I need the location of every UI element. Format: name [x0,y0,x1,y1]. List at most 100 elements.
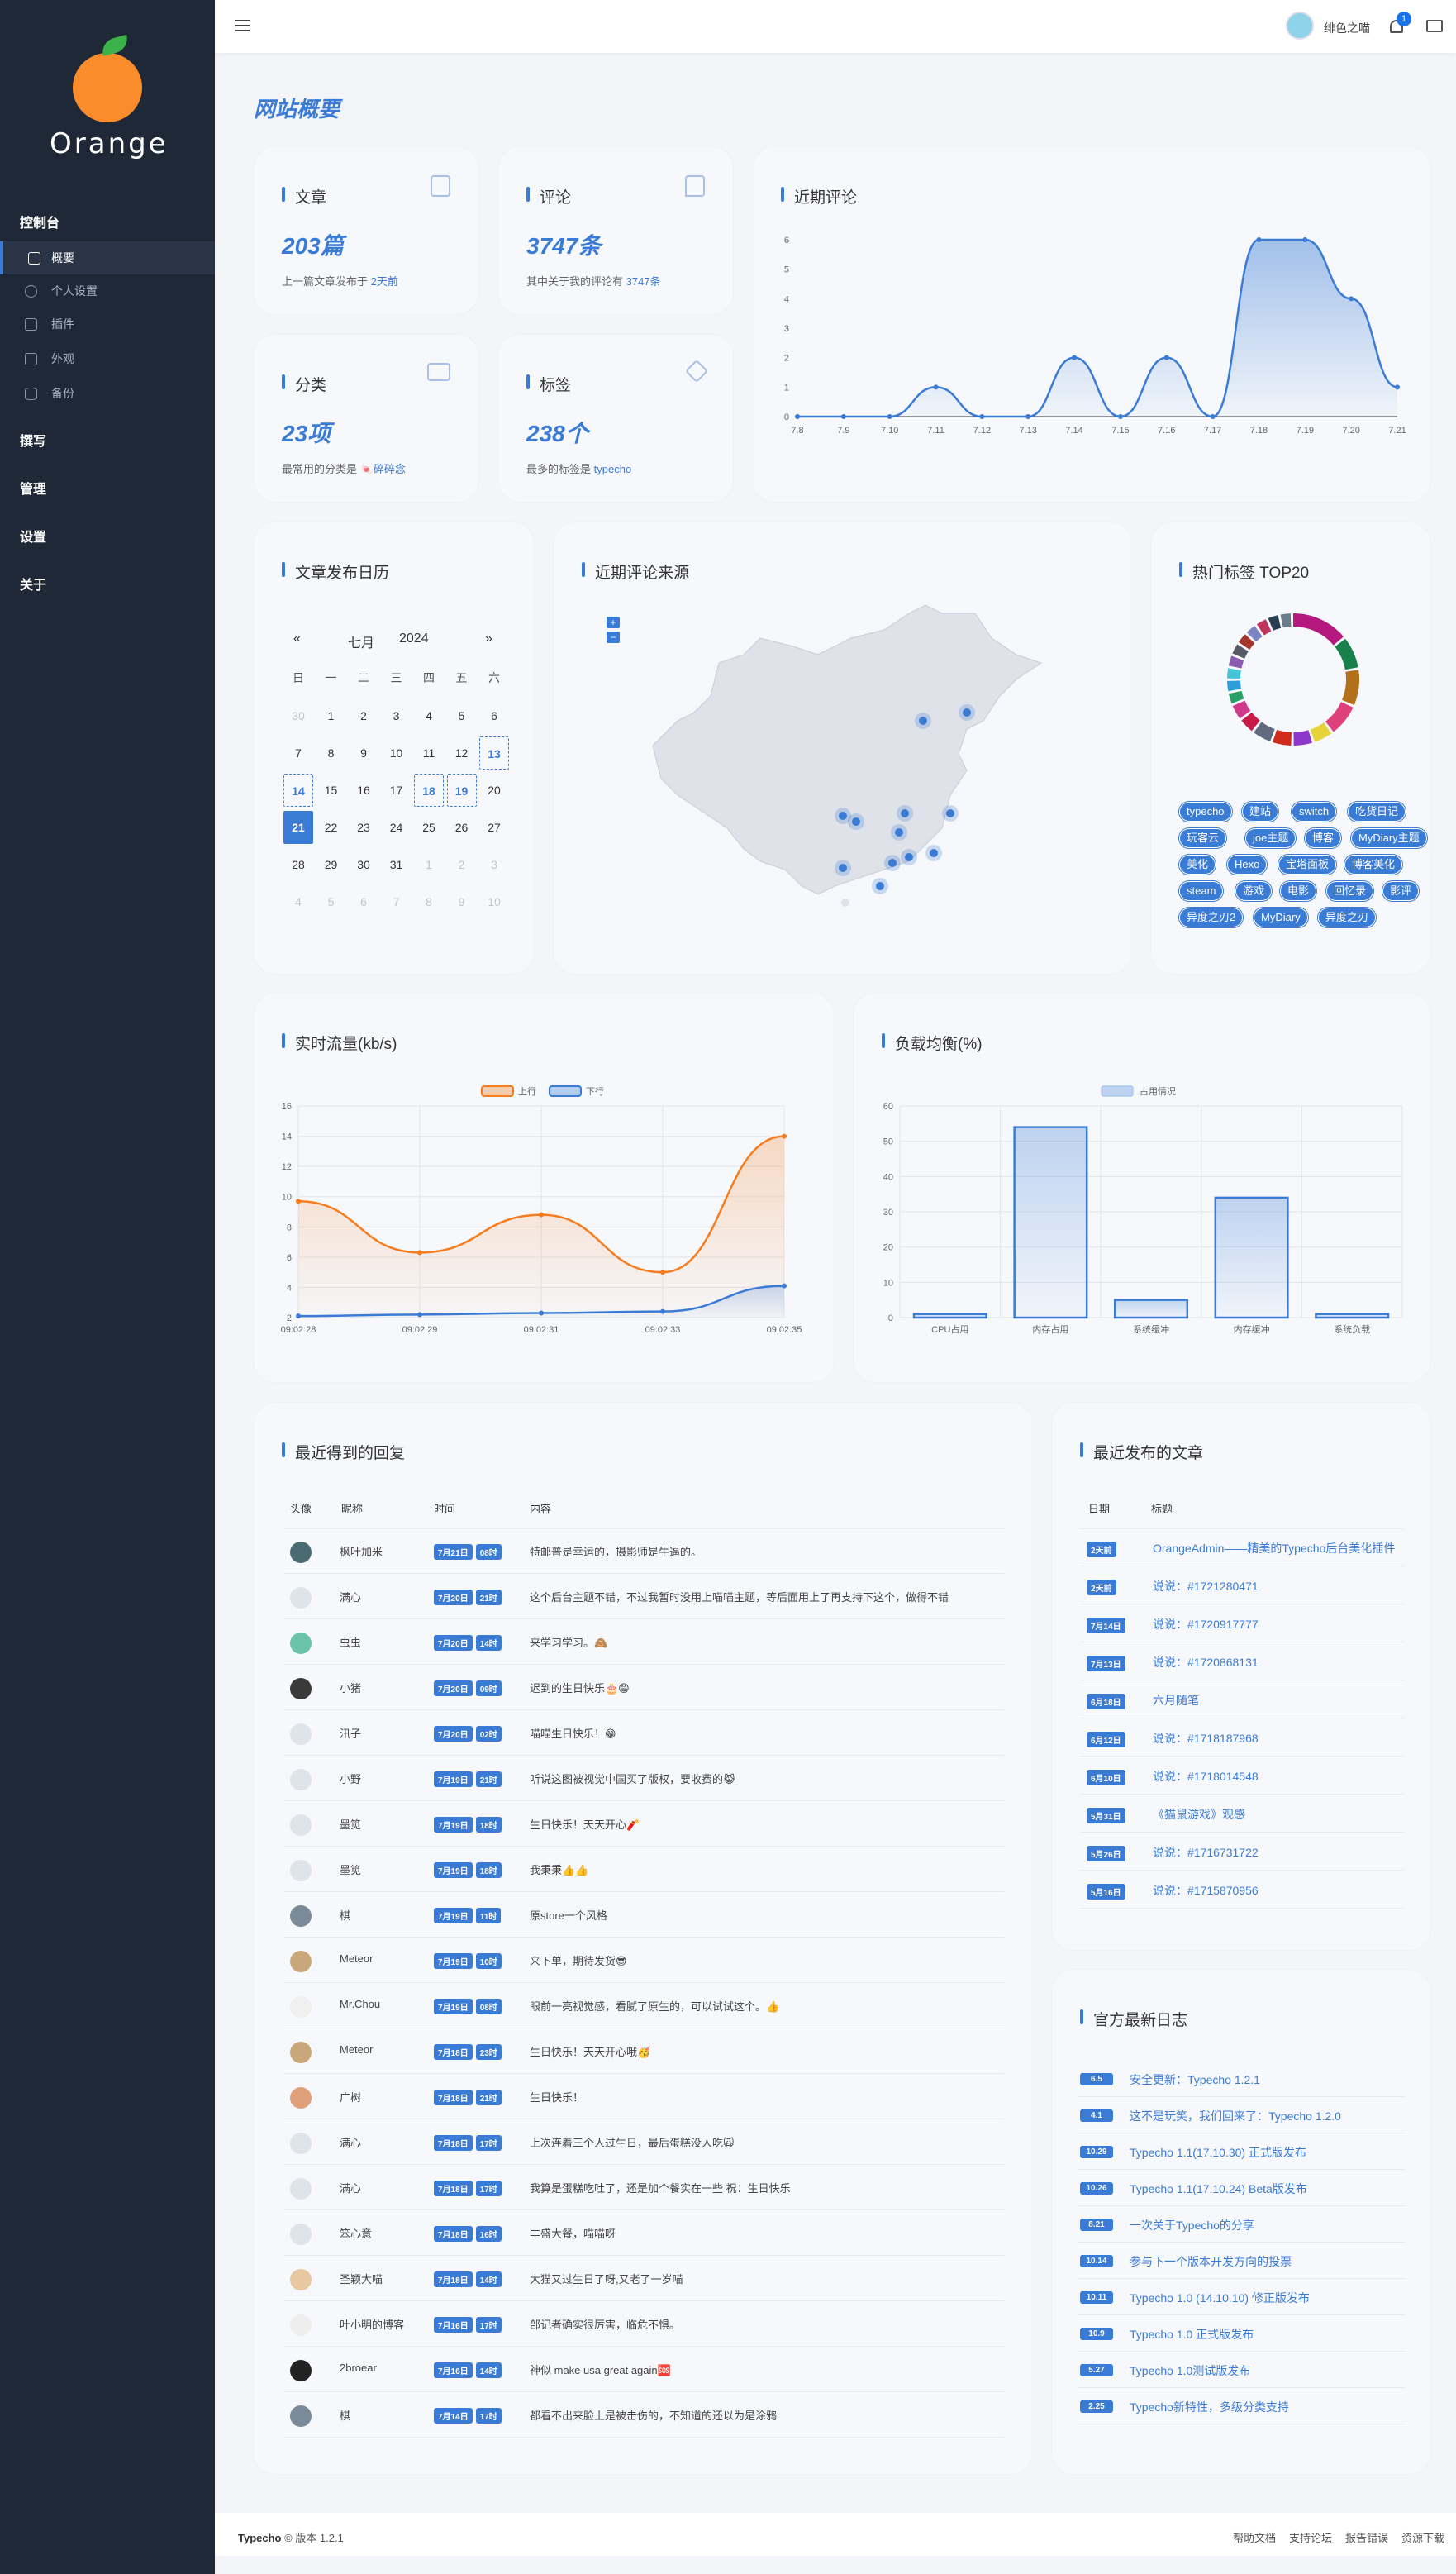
changelog-row[interactable]: 8.21 一次关于Typecho的分享 [1077,2206,1406,2243]
article-row[interactable]: 6月12日 说说：#1718187968 [1080,1718,1404,1757]
table-row[interactable]: 满心 7月18日 17时 上次连着三个人过生日，最后蛋糕没人吃🙀 [283,2119,1004,2165]
calendar-day[interactable]: 9 [447,885,477,918]
reply-nickname[interactable]: 汛子 [340,1725,361,1741]
calendar-day[interactable]: 4 [414,699,444,732]
reply-content[interactable]: 上次连着三个人过生日，最后蛋糕没人吃🙀 [530,2134,992,2150]
reply-content[interactable]: 眼前一亮视觉感，看腻了原生的，可以试试这个。👍 [530,1998,992,2014]
article-link[interactable]: 《猫鼠游戏》观感 [1153,1806,1245,1823]
reply-nickname[interactable]: 满心 [340,2134,361,2150]
article-row[interactable]: 7月13日 说说：#1720868131 [1080,1642,1404,1680]
table-row[interactable]: 圣颖大喵 7月18日 14时 大猫又过生日了呀,又老了一岁喵 [283,2256,1004,2301]
calendar-day[interactable]: 24 [382,811,412,844]
calendar-day[interactable]: 13 [479,736,509,770]
footer-brand[interactable]: Typecho [238,2532,282,2544]
stat-link[interactable]: 🍬碎碎念 [360,463,406,475]
calendar-day[interactable]: 8 [316,736,346,770]
reply-nickname[interactable]: 小野 [340,1771,361,1786]
reply-nickname[interactable]: 枫叶加米 [340,1543,383,1559]
reply-content[interactable]: 神似 make usa great again🆘 [530,2362,992,2377]
calendar-next-button[interactable]: » [485,632,492,646]
tag-chip[interactable]: 回忆录 [1326,881,1374,901]
calendar-day[interactable]: 5 [447,699,477,732]
reply-content[interactable]: 大猫又过生日了呀,又老了一岁喵 [530,2271,992,2286]
calendar-day[interactable]: 2 [447,848,477,881]
username[interactable]: 绯色之喵 [1324,20,1370,36]
reply-nickname[interactable]: Meteor [340,1952,373,1965]
calendar-day[interactable]: 26 [447,811,477,844]
tag-chip[interactable]: steam [1179,881,1224,901]
table-row[interactable]: Meteor 7月19日 10时 来下单，期待发货😎 [283,1938,1004,1983]
tag-chip[interactable]: MyDiary主题 [1351,828,1427,848]
reply-content[interactable]: 生日快乐！天天开心🧨 [530,1816,992,1832]
table-row[interactable]: 墨笕 7月19日 18时 生日快乐！天天开心🧨 [283,1801,1004,1847]
table-row[interactable]: 笨心意 7月18日 16时 丰盛大餐，喵喵呀 [283,2210,1004,2256]
calendar-day[interactable]: 10 [382,736,412,770]
table-row[interactable]: 枫叶加米 7月21日 08时 特邮普是幸运的，摄影师是牛逼的。 [283,1528,1004,1574]
calendar-day[interactable]: 15 [316,774,346,807]
reply-content[interactable]: 听说这图被视觉中国买了版权，要收费的😹 [530,1771,992,1786]
reply-nickname[interactable]: 虫虫 [340,1634,361,1650]
calendar-day[interactable]: 3 [479,848,509,881]
sidebar-cat-settings[interactable]: 设置 [20,526,46,546]
changelog-row[interactable]: 10.26 Typecho 1.1(17.10.24) Beta版发布 [1077,2170,1406,2206]
reply-content[interactable]: 喵喵生日快乐！😁 [530,1725,992,1741]
logo[interactable]: Orange [50,34,166,160]
changelog-link[interactable]: Typecho新特性，多级分类支持 [1130,2399,1289,2415]
article-link[interactable]: 说说：#1718014548 [1153,1768,1259,1785]
changelog-row[interactable]: 10.9 Typecho 1.0 正式版发布 [1077,2315,1406,2352]
reply-content[interactable]: 我算是蛋糕吃吐了，还是加个餐实在一些 祝：生日快乐 [530,2180,992,2195]
calendar-day[interactable]: 29 [316,848,346,881]
china-map[interactable] [554,522,1131,974]
reply-nickname[interactable]: 墨笕 [340,1816,361,1832]
article-row[interactable]: 2天前 OrangeAdmin——精美的Typecho后台美化插件 [1080,1528,1404,1566]
article-link[interactable]: 说说：#1721280471 [1153,1578,1259,1594]
stat-link[interactable]: 3747条 [626,275,661,288]
article-link[interactable]: 说说：#1715870956 [1153,1882,1259,1899]
tag-chip[interactable]: 电影 [1280,881,1317,901]
reply-content[interactable]: 我秉秉👍👍 [530,1861,992,1877]
changelog-row[interactable]: 6.5 安全更新：Typecho 1.2.1 [1077,2061,1406,2097]
sidebar-item-backup[interactable]: 备份 [0,377,215,410]
calendar-day[interactable]: 14 [283,774,313,807]
table-row[interactable]: 2broear 7月16日 14时 神似 make usa great again🆘 [283,2347,1004,2392]
calendar-day[interactable]: 23 [349,811,378,844]
reply-content[interactable]: 迟到的生日快乐🎂😁 [530,1680,992,1695]
reply-nickname[interactable]: 2broear [340,2362,377,2374]
calendar-day[interactable]: 21 [283,811,313,844]
table-row[interactable]: 叶小明的博客 7月16日 17时 部记者确实很厉害，临危不惧。 [283,2301,1004,2347]
tag-chip[interactable]: 影评 [1382,881,1420,901]
article-link[interactable]: 六月随笔 [1153,1692,1199,1709]
calendar-day[interactable]: 7 [382,885,412,918]
comment-location-dot[interactable] [897,805,913,822]
calendar-day[interactable]: 7 [283,736,313,770]
comment-location-dot[interactable] [915,713,931,729]
comment-location-dot[interactable] [835,860,851,876]
article-link[interactable]: 说说：#1720917777 [1153,1616,1259,1633]
changelog-link[interactable]: Typecho 1.0 (14.10.10) 修正版发布 [1130,2290,1310,2306]
calendar-day[interactable]: 1 [316,699,346,732]
calendar-day[interactable]: 19 [446,774,477,807]
sidebar-item-plugins[interactable]: 插件 [0,307,215,341]
calendar-day[interactable]: 27 [479,811,509,844]
footer-link[interactable]: 报告错误 [1345,2529,1388,2545]
reply-nickname[interactable]: 笨心意 [340,2225,372,2241]
footer-link[interactable]: 支持论坛 [1289,2529,1332,2545]
table-row[interactable]: 广树 7月18日 21时 生日快乐！ [283,2074,1004,2119]
reply-content[interactable]: 生日快乐！ [530,2089,992,2104]
calendar-day[interactable]: 11 [414,736,444,770]
calendar-prev-button[interactable]: « [293,632,301,646]
table-row[interactable]: 汛子 7月20日 02时 喵喵生日快乐！😁 [283,1710,1004,1756]
reply-nickname[interactable]: 满心 [340,1589,361,1604]
calendar-day[interactable]: 31 [382,848,412,881]
calendar-day[interactable]: 12 [447,736,477,770]
article-link[interactable]: 说说：#1718187968 [1153,1730,1259,1747]
changelog-link[interactable]: 这不是玩笑，我们回来了：Typecho 1.2.0 [1130,2108,1341,2124]
reply-content[interactable]: 生日快乐！天天开心哦🥳 [530,2043,992,2059]
user-avatar[interactable] [1286,12,1314,40]
reply-content[interactable]: 原store一个风格 [530,1907,992,1923]
tag-chip[interactable]: 游戏 [1235,881,1273,901]
article-row[interactable]: 2天前 说说：#1721280471 [1080,1566,1404,1604]
tag-chip[interactable]: 建站 [1242,802,1279,822]
article-row[interactable]: 5月26日 说说：#1716731722 [1080,1833,1404,1871]
changelog-row[interactable]: 2.25 Typecho新特性，多级分类支持 [1077,2388,1406,2424]
